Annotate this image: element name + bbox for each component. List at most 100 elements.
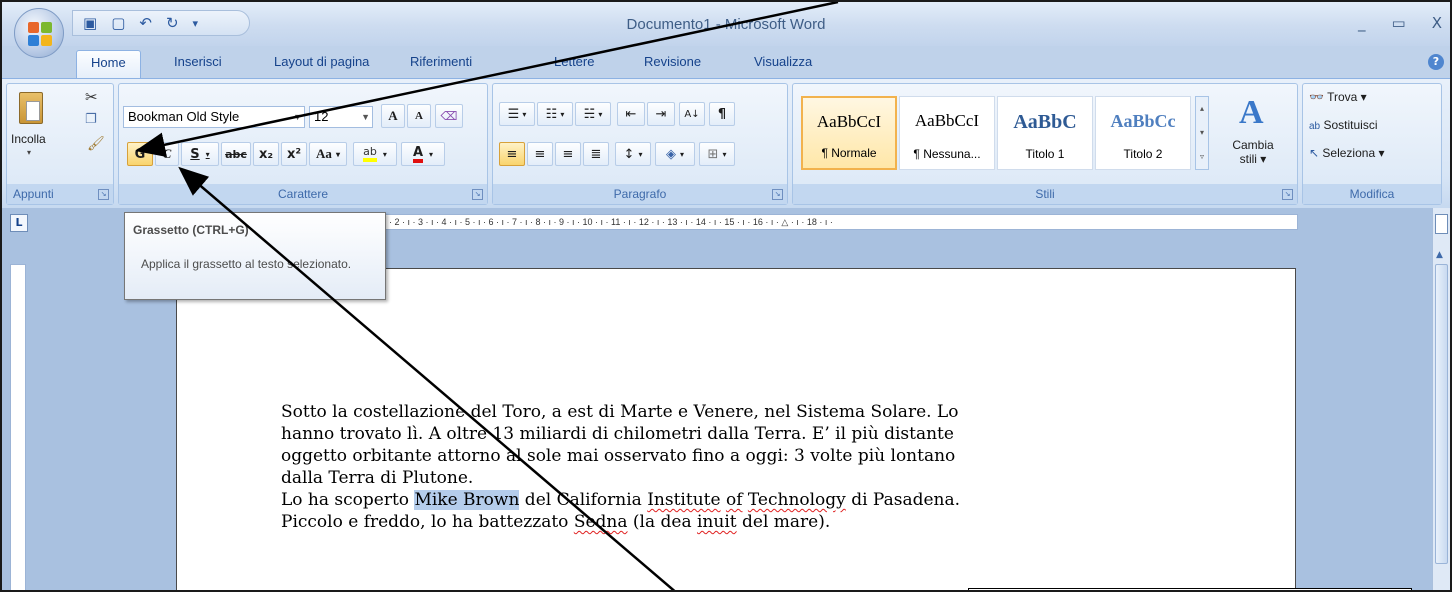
group-label-stili: Stili xyxy=(793,184,1297,204)
style-sample: AaBbCc xyxy=(1110,111,1176,131)
ruler-toggle-icon[interactable] xyxy=(1435,214,1448,234)
change-styles-icon: A xyxy=(1239,94,1264,131)
decrease-indent-button[interactable]: ⇤ xyxy=(617,102,645,126)
tab-riferimenti[interactable]: Riferimenti xyxy=(410,54,472,69)
document-body[interactable]: Sotto la costellazione del Toro, a est d… xyxy=(281,401,1041,533)
cut-icon[interactable]: ✂ xyxy=(85,88,98,106)
paragrafo-launcher[interactable]: ↘ xyxy=(772,189,783,200)
sort-button[interactable]: A↓ xyxy=(679,102,705,126)
tab-revisione[interactable]: Revisione xyxy=(644,54,701,69)
minimize-button[interactable]: _ xyxy=(1358,14,1366,32)
paste-label: Incolla xyxy=(11,132,46,146)
clear-formatting-button[interactable]: ⌫ xyxy=(435,104,463,128)
line-spacing-button[interactable]: ↕ ▾ xyxy=(615,142,651,166)
style-sample: AaBbCcI xyxy=(816,112,882,131)
vertical-scrollbar[interactable]: ▲ xyxy=(1432,208,1450,590)
style-sample: AaBbC xyxy=(1013,111,1077,133)
font-size-combo[interactable]: 12 ▼ xyxy=(309,106,373,128)
grow-font-button[interactable]: A xyxy=(381,104,405,128)
select-button[interactable]: ↖ Seleziona ▾ xyxy=(1309,146,1384,160)
paste-button[interactable]: Incolla ▾ xyxy=(11,90,53,160)
tab-visualizza[interactable]: Visualizza xyxy=(754,54,812,69)
align-center-button[interactable]: ≡ xyxy=(527,142,553,166)
window-title: Documento1 - Microsoft Word xyxy=(626,16,826,33)
vertical-ruler[interactable] xyxy=(10,264,26,590)
align-left-icon: ≡ xyxy=(506,146,518,162)
align-right-icon: ≡ xyxy=(562,146,574,162)
styles-gallery-scroll[interactable]: ▴ ▾ ▿ xyxy=(1195,96,1209,170)
change-styles-button[interactable]: A Cambia stili ▾ xyxy=(1221,92,1285,174)
bullets-button[interactable]: ☰ ▾ xyxy=(499,102,535,126)
group-label-carattere: Carattere xyxy=(119,184,487,204)
tab-lettere[interactable]: Lettere xyxy=(554,54,594,69)
scroll-up-arrow[interactable]: ▲ xyxy=(1436,250,1443,260)
text-line: dalla Terra di Plutone. xyxy=(281,468,474,488)
change-case-button[interactable]: Aa ▾ xyxy=(309,142,347,166)
highlight-button[interactable]: ab ▾ xyxy=(353,142,397,166)
style-titolo-1[interactable]: AaBbC Titolo 1 xyxy=(997,96,1093,170)
shading-button[interactable]: ◈ ▾ xyxy=(655,142,695,166)
style-name: Titolo 1 xyxy=(1025,147,1065,161)
tab-inserisci[interactable]: Inserisci xyxy=(174,54,222,69)
style-titolo-2[interactable]: AaBbCc Titolo 2 xyxy=(1095,96,1191,170)
style-nessuna[interactable]: AaBbCcI ¶ Nessuna... xyxy=(899,96,995,170)
stili-launcher[interactable]: ↘ xyxy=(1282,189,1293,200)
text-line: Sotto la costellazione del Toro, a est d… xyxy=(281,402,959,422)
tab-home[interactable]: Home xyxy=(76,50,141,78)
group-modifica: 👓 Trova ▾ ab Sostituisci ↖ Seleziona ▾ M… xyxy=(1302,83,1442,205)
multilevel-list-icon: ☵ xyxy=(583,106,596,122)
multilevel-button[interactable]: ☵ ▾ xyxy=(575,102,611,126)
scroll-thumb[interactable] xyxy=(1435,264,1448,564)
help-icon[interactable]: ? xyxy=(1428,54,1444,70)
carattere-launcher[interactable]: ↘ xyxy=(472,189,483,200)
text-line: hanno trovato lì. A oltre 13 miliardi di… xyxy=(281,424,954,444)
align-right-button[interactable]: ≡ xyxy=(555,142,581,166)
italic-button[interactable]: C xyxy=(155,142,179,166)
selected-text: Mike Brown xyxy=(414,490,520,510)
document-page[interactable]: Sotto la costellazione del Toro, a est d… xyxy=(176,268,1296,590)
style-name: ¶ Normale xyxy=(821,146,877,160)
group-label-paragrafo: Paragrafo xyxy=(493,184,787,204)
superscript-button[interactable]: x² xyxy=(281,142,307,166)
text-line: oggetto orbitante attorno al sole mai os… xyxy=(281,446,956,466)
justify-button[interactable]: ≣ xyxy=(583,142,609,166)
tooltip-title: Grassetto (CTRL+G) xyxy=(133,223,249,237)
numbering-button[interactable]: ☷ ▾ xyxy=(537,102,573,126)
bold-button[interactable]: G xyxy=(127,142,153,166)
shrink-font-button[interactable]: A xyxy=(407,104,431,128)
window-controls: _ ▭ X xyxy=(1358,14,1442,32)
strikethrough-button[interactable]: abc xyxy=(221,142,251,166)
text-line: Lo ha scoperto Mike Brown del California… xyxy=(281,490,961,510)
numbering-icon: ☷ xyxy=(545,106,558,122)
restore-button[interactable]: ▭ xyxy=(1392,14,1406,32)
justify-icon: ≣ xyxy=(590,146,602,162)
group-paragrafo: ☰ ▾ ☷ ▾ ☵ ▾ ⇤ ⇥ A↓ ¶ ≡ ≡ ≡ ≣ ↕ ▾ ◈ ▾ ⊞ ▾ Parag… xyxy=(492,83,788,205)
change-styles-label: Cambia xyxy=(1232,138,1274,152)
find-button[interactable]: 👓 Trova ▾ xyxy=(1309,90,1367,104)
tab-layout[interactable]: Layout di pagina xyxy=(274,54,369,69)
increase-indent-icon: ⇥ xyxy=(655,106,667,122)
subscript-button[interactable]: x₂ xyxy=(253,142,279,166)
replace-button[interactable]: ab Sostituisci xyxy=(1309,118,1378,132)
select-cursor-icon: ↖ xyxy=(1309,146,1320,160)
style-name: Titolo 2 xyxy=(1123,147,1163,161)
office-button[interactable] xyxy=(14,8,64,58)
font-color-button[interactable]: A ▾ xyxy=(401,142,445,166)
bold-tooltip: Grassetto (CTRL+G) Applica il grassetto … xyxy=(124,212,386,300)
binoculars-icon: 👓 xyxy=(1309,90,1324,104)
show-formatting-button[interactable]: ¶ xyxy=(709,102,735,126)
font-color-icon: A xyxy=(412,146,424,163)
increase-indent-button[interactable]: ⇥ xyxy=(647,102,675,126)
copy-icon[interactable]: ❐ xyxy=(85,112,97,127)
close-button[interactable]: X xyxy=(1432,14,1442,32)
tab-selector[interactable]: L xyxy=(10,214,28,232)
borders-button[interactable]: ⊞ ▾ xyxy=(699,142,735,166)
align-left-button[interactable]: ≡ xyxy=(499,142,525,166)
appunti-launcher[interactable]: ↘ xyxy=(98,189,109,200)
underline-button[interactable]: S ▾ xyxy=(181,142,219,166)
style-normale[interactable]: AaBbCcI ¶ Normale xyxy=(801,96,897,170)
format-painter-icon[interactable]: 🖌 xyxy=(87,136,105,152)
font-name-combo[interactable]: Bookman Old Style ▼ xyxy=(123,106,305,128)
word-window: ▣ ▢ ↶ ↻ ▾ Documento1 - Microsoft Word _ … xyxy=(0,0,1452,592)
replace-icon: ab xyxy=(1309,121,1321,132)
